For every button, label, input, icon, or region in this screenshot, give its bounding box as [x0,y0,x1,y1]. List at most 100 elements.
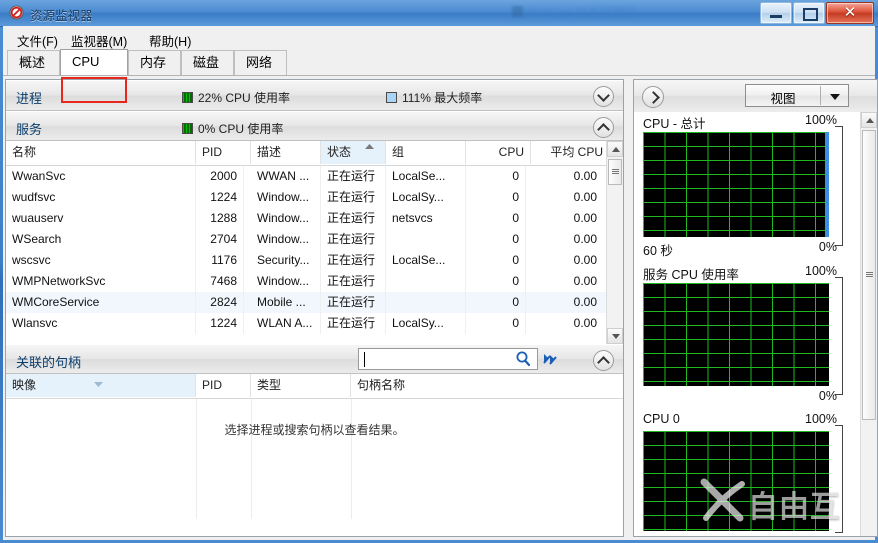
close-button[interactable]: ✕ [826,2,874,24]
tab-memory[interactable]: 内存 [128,50,181,75]
services-table-body: WwanSvc 2000 WWAN ... 正在运行 LocalSe... 0 … [6,166,607,334]
column-header-handle-name[interactable]: 句柄名称 [351,374,609,397]
cell-avg-cpu: 0.00 [531,250,603,271]
table-row[interactable]: WMPNetworkSvc 7468 Window... 正在运行 0 0.00 [6,271,607,292]
process-section-header[interactable]: 进程 22% CPU 使用率 111% 最大频率 [6,80,623,111]
cell-description: WLAN A... [251,313,321,334]
scroll-up-arrow-icon[interactable] [607,141,623,157]
menu-bar: 文件(F) 监视器(M) 帮助(H) [3,26,875,48]
graph-scale-bracket [835,277,843,395]
table-row[interactable]: wudfsvc 1224 Window... 正在运行 LocalSy... 0… [6,187,607,208]
graph-title: CPU - 总计 [643,113,706,132]
table-row[interactable]: WMCoreService 2824 Mobile ... 正在运行 0 0.0… [6,292,607,313]
services-collapse-chevron-icon[interactable] [593,117,614,138]
handles-section-header[interactable]: 关联的句柄 [6,344,623,374]
graph-grid [643,283,829,386]
services-vertical-scrollbar[interactable] [606,141,623,344]
cell-description: Window... [251,271,321,292]
tab-network[interactable]: 网络 [234,50,287,75]
tab-cpu[interactable]: CPU [60,49,128,75]
cell-pid: 1176 [196,250,244,271]
blue-swatch-icon [386,92,397,103]
cell-cpu: 0 [466,313,526,334]
cell-status: 正在运行 [321,166,386,187]
scroll-down-arrow-icon[interactable] [607,328,623,344]
cell-status: 正在运行 [321,229,386,250]
column-header-image[interactable]: 映像 [6,374,196,397]
graph-canvas [643,431,829,531]
column-header-status-label: 状态 [327,145,351,159]
cell-cpu: 0 [466,229,526,250]
graph-scale-bracket [835,126,843,246]
graph-time-label: 60 秒 [643,240,673,259]
tab-overview[interactable]: 概述 [7,50,60,75]
view-button-label: 视图 [746,88,820,107]
graph-scale-bracket [835,425,843,533]
menu-file[interactable]: 文件(F) [11,29,64,52]
view-button[interactable]: 视图 [745,84,849,107]
ghost-window-title: Windows 任务管理器 [524,4,636,21]
scroll-up-arrow-icon[interactable] [861,112,877,128]
maximize-button[interactable] [793,2,825,24]
cell-pid: 7468 [196,271,244,292]
search-divider [537,352,538,367]
menu-help[interactable]: 帮助(H) [143,29,197,52]
column-header-description[interactable]: 描述 [251,141,321,164]
green-swatch-icon [182,92,193,103]
column-header-type[interactable]: 类型 [251,374,351,397]
cell-description: Window... [251,208,321,229]
search-input[interactable] [358,348,538,370]
scrollbar-thumb[interactable] [608,159,622,185]
cell-status: 正在运行 [321,250,386,271]
handles-empty-message: 选择进程或搜索句柄以查看结果。 [6,421,623,438]
graph-max-label: 100% [805,113,837,127]
table-row[interactable]: wuauserv 1288 Window... 正在运行 netsvcs 0 0… [6,208,607,229]
cell-group: LocalSy... [386,313,466,334]
handles-collapse-chevron-icon[interactable] [593,350,614,371]
col-divider [351,399,352,519]
window-buttons: ✕ [759,2,874,24]
cell-status: 正在运行 [321,271,386,292]
column-header-pid[interactable]: PID [196,141,251,164]
table-row[interactable]: Wlansvc 1224 WLAN A... 正在运行 LocalSy... 0… [6,313,607,334]
column-header-image-label: 映像 [12,378,36,392]
title-bar: 资源监视器 Windows 任务管理器 ✕ [0,0,878,27]
magnifier-icon[interactable] [514,350,534,368]
graph-grid [643,431,829,531]
table-row[interactable]: wscsvc 1176 Security... 正在运行 LocalSe... … [6,250,607,271]
column-header-cpu[interactable]: CPU [466,141,531,164]
cell-cpu: 0 [466,208,526,229]
graph-pane-scrollbar[interactable] [860,112,877,536]
minimize-button[interactable] [760,2,792,24]
column-header-pid[interactable]: PID [196,374,251,397]
refresh-arrows-icon[interactable] [541,350,559,368]
cell-group: LocalSe... [386,250,466,271]
scrollbar-thumb[interactable] [862,130,876,420]
graph-canvas [643,283,829,386]
cell-avg-cpu: 0.00 [531,292,603,313]
graph-grid [643,132,829,237]
cell-group: netsvcs [386,208,466,229]
column-header-name[interactable]: 名称 [6,141,196,164]
cell-description: WWAN ... [251,166,321,187]
cell-name: WSearch [6,229,196,250]
tab-underline [3,75,875,76]
window-title: 资源监视器 [30,5,93,24]
cell-description: Security... [251,250,321,271]
process-collapse-chevron-icon[interactable] [593,86,614,107]
column-header-status[interactable]: 状态 [321,141,386,164]
graph-canvas [643,132,829,237]
tab-disk[interactable]: 磁盘 [181,50,234,75]
chevron-right-icon[interactable] [642,86,664,108]
services-section-header[interactable]: 服务 0% CPU 使用率 [6,111,623,141]
cell-pid: 1224 [196,187,244,208]
table-row[interactable]: WwanSvc 2000 WWAN ... 正在运行 LocalSe... 0 … [6,166,607,187]
column-header-avg-cpu[interactable]: 平均 CPU [531,141,607,164]
column-header-group[interactable]: 组 [386,141,466,164]
cell-status: 正在运行 [321,187,386,208]
cell-description: Mobile ... [251,292,321,313]
table-row[interactable]: WSearch 2704 Window... 正在运行 0 0.00 [6,229,607,250]
handles-table: 映像 PID 类型 句柄名称 选择进程或搜索句柄以查看结果。 [6,374,623,519]
view-button-divider [820,86,821,105]
cell-avg-cpu: 0.00 [531,229,603,250]
